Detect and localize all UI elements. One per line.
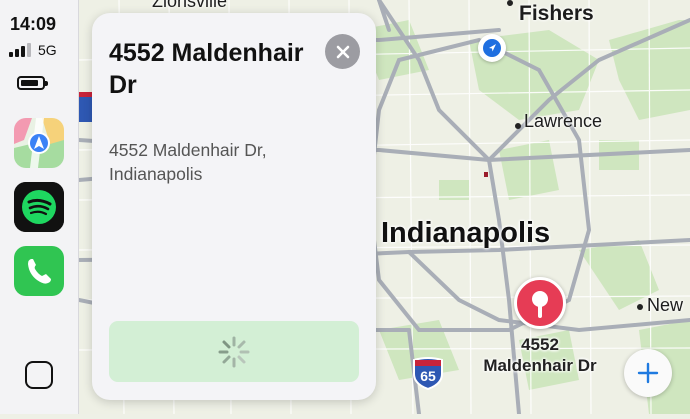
battery-icon [17, 76, 48, 90]
interstate-65-label: 65 [420, 368, 436, 384]
network-type: 5G [38, 42, 57, 58]
close-button[interactable] [325, 34, 360, 69]
map-label-lawrence: Lawrence [524, 111, 603, 131]
phone-app-icon[interactable] [14, 246, 64, 296]
map-label-new: New [647, 295, 684, 315]
destination-pin[interactable] [514, 277, 566, 329]
interstate-65-shield: 65 [412, 356, 444, 391]
signal-bar-icon [15, 49, 19, 57]
map-dot-new [637, 304, 643, 310]
signal-bar-icon [9, 52, 13, 57]
status-time: 14:09 [10, 14, 57, 34]
cellular-signal: 5G [9, 43, 57, 57]
map-label-fishers: Fishers [519, 2, 594, 25]
place-title: 4552 Maldenhair Dr [109, 39, 304, 99]
loading-spinner-icon [218, 336, 250, 367]
address-line-2: Indianapolis [109, 164, 203, 184]
navigation-arrow-icon[interactable] [478, 34, 506, 62]
maps-app-icon[interactable] [14, 118, 64, 168]
map-dot-lawrence [515, 123, 521, 129]
destination-pin-label[interactable]: 4552 Maldenhair Dr [470, 334, 610, 376]
map-label-zionsville: Zionsville [152, 0, 228, 11]
signal-bar-icon [27, 43, 31, 57]
pin-label-line1: 4552 [521, 335, 559, 354]
interstate-shield-partial [79, 92, 93, 122]
zoom-in-button[interactable] [624, 349, 672, 397]
pin-label-line2: Maldenhair Dr [483, 356, 597, 375]
go-button[interactable] [109, 321, 359, 382]
place-address: 4552 Maldenhair Dr, Indianapolis [109, 138, 339, 186]
map-dot-fishers [507, 0, 513, 6]
carplay-sidebar: 14:09 5G [0, 0, 79, 414]
close-icon [336, 45, 349, 58]
spotify-app-icon[interactable] [14, 182, 64, 232]
map-label-indianapolis: Indianapolis [381, 217, 551, 249]
plus-icon [637, 362, 659, 384]
signal-bar-icon [21, 46, 25, 57]
place-card: 4552 Maldenhair Dr 4552 Maldenhair Dr, I… [92, 13, 376, 400]
home-square-icon[interactable] [25, 361, 53, 389]
address-line-1: 4552 Maldenhair Dr, [109, 140, 267, 160]
